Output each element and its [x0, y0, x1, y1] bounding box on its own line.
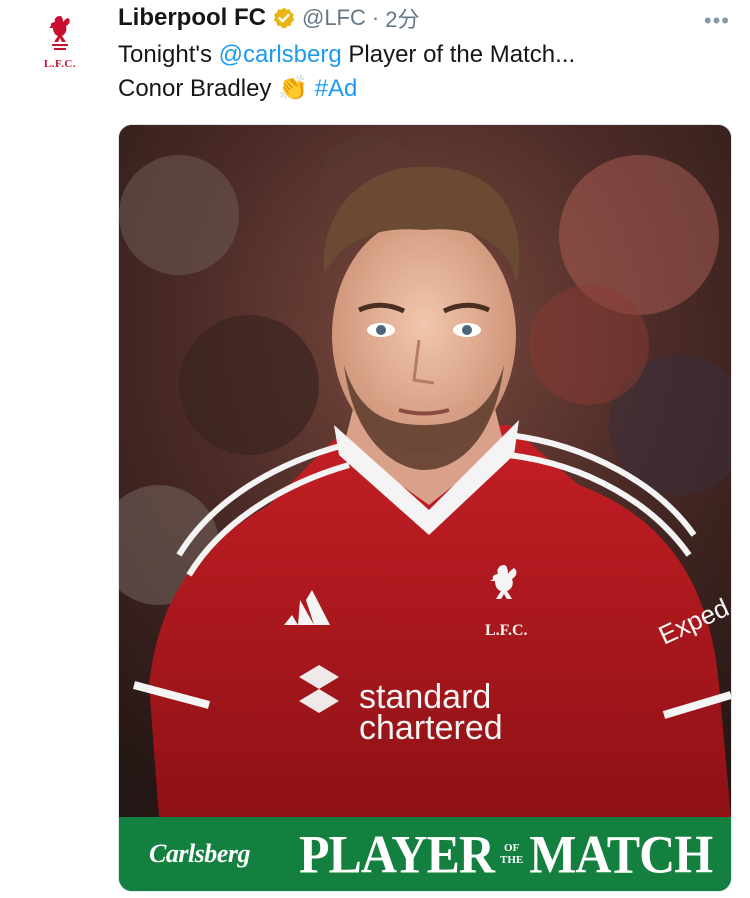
text-line2: Conor Bradley — [118, 75, 279, 102]
shirt-sponsor-line2: chartered — [359, 709, 503, 747]
pom-of-the: OF THE — [500, 842, 523, 866]
tweet[interactable]: L.F.C. Liberpool FC @LFC · 2分 ••• Tonigh… — [0, 0, 750, 898]
author-name[interactable]: Liberpool FC — [118, 4, 266, 32]
verified-badge-icon — [273, 7, 295, 29]
carlsberg-logo: Carlsberg — [149, 839, 250, 868]
pom-word-match: MATCH — [529, 823, 713, 885]
separator-dot: · — [371, 5, 380, 30]
tweet-text-line1: Tonight's @carlsberg Player of the Match… — [118, 38, 718, 72]
text-prefix: Tonight's — [118, 41, 219, 68]
player-photo: L.F.C. standard chartered Exped — [119, 125, 731, 817]
mention-link[interactable]: @carlsberg — [219, 41, 342, 68]
player-of-the-match-title: PLAYER OF THE MATCH — [299, 823, 713, 885]
author-handle[interactable]: @LFC — [302, 5, 366, 31]
shirt-crest-caption: L.F.C. — [485, 622, 528, 639]
text-middle: Player of the Match... — [341, 41, 576, 68]
media-image[interactable]: L.F.C. standard chartered Exped Carlsber… — [118, 124, 732, 892]
carlsberg-banner: Carlsberg PLAYER OF THE MATCH — [119, 817, 731, 891]
pom-the: THE — [499, 854, 524, 866]
timestamp[interactable]: 2分 — [385, 2, 419, 34]
tweet-header: Liberpool FC @LFC · 2分 — [118, 2, 419, 34]
pom-of: OF — [503, 842, 520, 854]
avatar-caption: L.F.C. — [43, 58, 77, 70]
liverbird-icon — [49, 16, 70, 50]
hashtag-link[interactable]: #Ad — [315, 75, 358, 102]
tweet-text: Tonight's @carlsberg Player of the Match… — [118, 38, 718, 106]
tweet-text-line2: Conor Bradley 👏 #Ad — [118, 72, 718, 106]
more-icon[interactable]: ••• — [704, 8, 730, 34]
clapping-hands-emoji: 👏 — [278, 75, 308, 102]
pom-word-player: PLAYER — [299, 823, 495, 885]
avatar[interactable]: L.F.C. — [28, 12, 92, 76]
